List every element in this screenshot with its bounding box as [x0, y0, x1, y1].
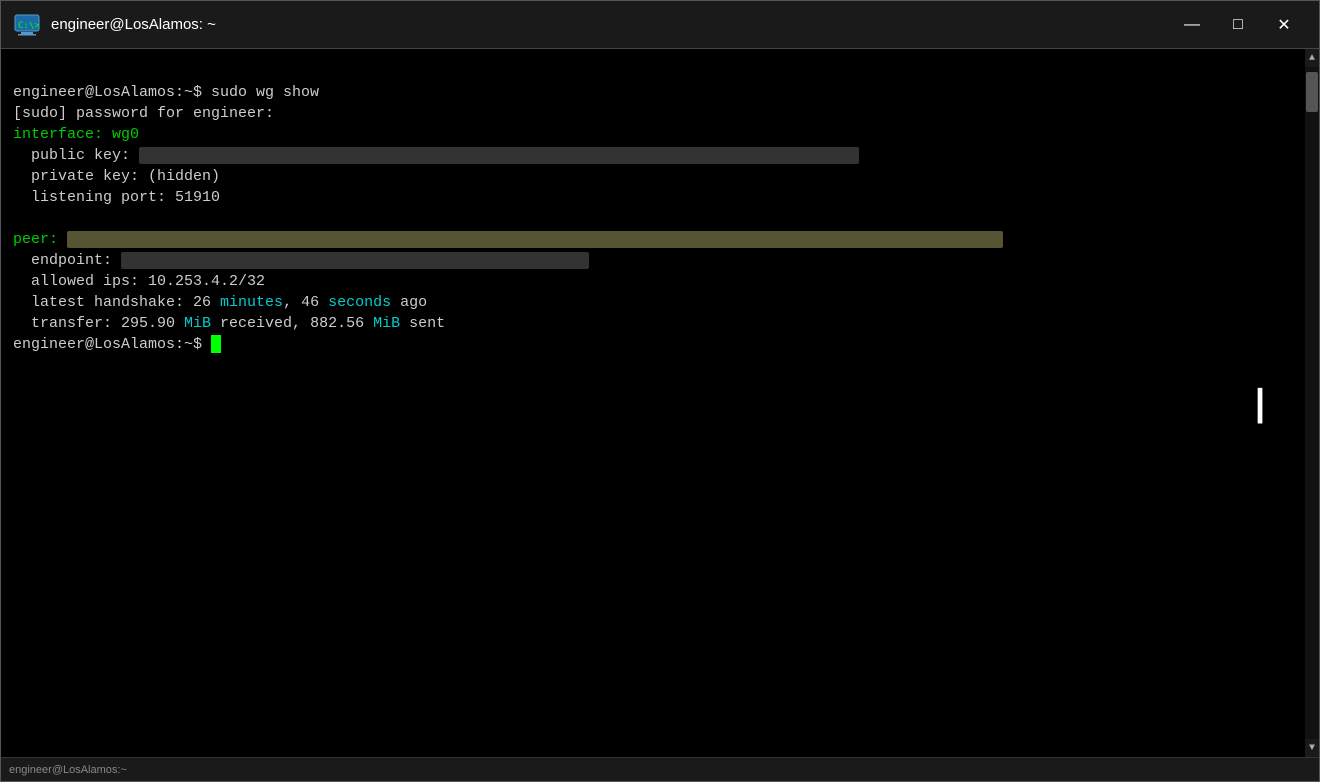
minimize-button[interactable]: — — [1169, 1, 1215, 49]
terminal-window: C:\> engineer@LosAlamos: ~ — □ ✕ enginee… — [0, 0, 1320, 782]
title-bar: C:\> engineer@LosAlamos: ~ — □ ✕ — [1, 1, 1319, 49]
handshake-mid: , 46 — [283, 294, 328, 311]
terminal-cursor — [211, 335, 221, 353]
seconds-value: seconds — [328, 294, 391, 311]
line-prompt-1: engineer@LosAlamos:~$ sudo wg show — [13, 84, 319, 101]
scroll-down-arrow[interactable]: ▼ — [1305, 739, 1319, 757]
window-controls: — □ ✕ — [1169, 1, 1307, 49]
scrollbar-track[interactable] — [1305, 67, 1319, 739]
terminal-content: engineer@LosAlamos:~$ sudo wg show [sudo… — [5, 57, 1315, 749]
window-title: engineer@LosAlamos: ~ — [51, 16, 1169, 33]
line-pubkey: public key: ████████████████████████████… — [13, 147, 859, 206]
minutes-value: minutes — [220, 294, 283, 311]
svg-text:C:\>: C:\> — [18, 21, 40, 31]
line-interface-label: interface: wg0 — [13, 126, 139, 143]
scrollbar[interactable]: ▲ ▼ — [1305, 49, 1319, 757]
line-peer-label: peer: ██████████████████████████████████… — [13, 231, 1003, 248]
endpoint-redacted: ████████████████████████████████████████… — [121, 252, 589, 269]
scroll-up-arrow[interactable]: ▲ — [1305, 49, 1319, 67]
mib-received-unit: MiB — [184, 315, 211, 332]
bottom-bar-text: engineer@LosAlamos:~ — [9, 764, 127, 776]
line-sudo: [sudo] password for engineer: — [13, 105, 274, 122]
terminal-icon: C:\> — [13, 11, 41, 39]
transfer-end: sent — [400, 315, 445, 332]
pubkey-redacted: ████████████████████████████████████████… — [139, 147, 859, 164]
peer-redacted: ████████████████████████████████████████… — [67, 231, 1003, 248]
scrollbar-thumb[interactable] — [1306, 72, 1318, 112]
line-prompt-2: engineer@LosAlamos:~$ — [13, 336, 221, 353]
mib-sent-unit: MiB — [373, 315, 400, 332]
transfer-mid: received, 882.56 — [211, 315, 373, 332]
maximize-button[interactable]: □ — [1215, 1, 1261, 49]
terminal-area[interactable]: engineer@LosAlamos:~$ sudo wg show [sudo… — [1, 49, 1319, 757]
close-button[interactable]: ✕ — [1261, 1, 1307, 49]
bottom-bar: engineer@LosAlamos:~ — [1, 757, 1319, 781]
